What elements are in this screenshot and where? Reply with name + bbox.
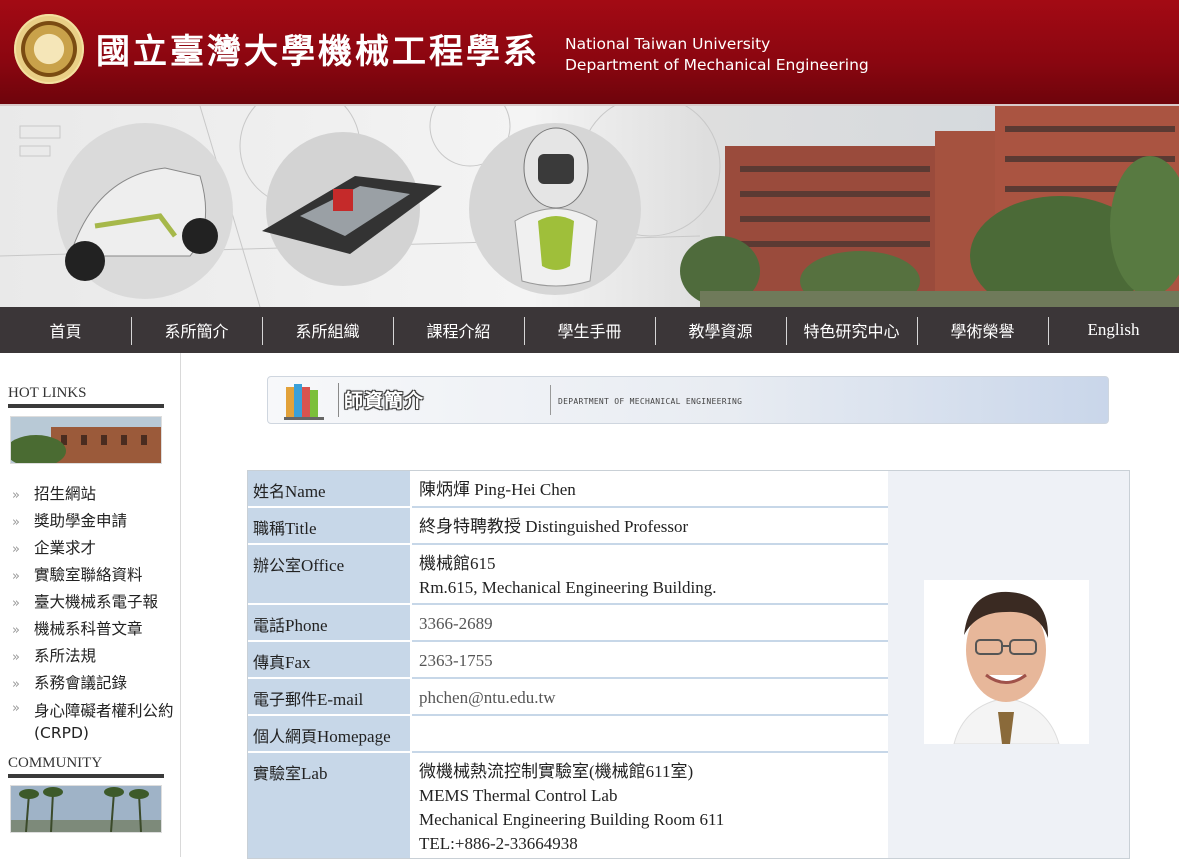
phone-value: 3366-2689 [412, 605, 888, 642]
table-row-name: 姓名Name 陳炳煇 Ping-Hei Chen [248, 471, 888, 508]
link-scholarships[interactable]: 獎助學金申請 [10, 508, 175, 536]
name-label: 姓名Name [248, 471, 412, 508]
link-science-articles[interactable]: 機械系科普文章 [10, 616, 175, 644]
hot-links-list: 招生網站 獎助學金申請 企業求才 實驗室聯絡資料 臺大機械系電子報 機械系科普文… [10, 481, 175, 744]
hot-links-image[interactable] [6, 416, 162, 467]
title-label: 職稱Title [248, 508, 412, 545]
link-admissions[interactable]: 招生網站 [10, 481, 175, 509]
books-icon [284, 384, 324, 420]
table-row-fax: 傳真Fax 2363-1755 [248, 642, 888, 679]
office-value: 機械館615 Rm.615, Mechanical Engineering Bu… [412, 545, 888, 605]
lab-line-2: MEMS Thermal Control Lab [419, 786, 618, 805]
title-en-line1: National Taiwan University [565, 35, 771, 53]
link-recruitment[interactable]: 企業求才 [10, 535, 175, 563]
lab-label: 實驗室Lab [248, 753, 412, 858]
lab-line-3: Mechanical Engineering Building Room 611 [419, 810, 725, 829]
office-label: 辦公室Office [248, 545, 412, 605]
university-seal-logo[interactable] [14, 14, 84, 84]
lab-line-1: 微機械熱流控制實驗室(機械館611室) [419, 762, 694, 781]
section-divider [338, 383, 339, 417]
title-en-line2: Department of Mechanical Engineering [565, 56, 869, 74]
section-divider-2 [550, 385, 551, 415]
office-line-2: Rm.615, Mechanical Engineering Building. [419, 578, 717, 597]
link-lab-contacts[interactable]: 實驗室聯絡資料 [10, 562, 175, 590]
main-navigation: 首頁 系所簡介 系所組織 課程介紹 學生手冊 教學資源 特色研究中心 學術榮譽 … [0, 307, 1179, 353]
table-row-homepage: 個人網頁Homepage [248, 716, 888, 753]
fax-label: 傳真Fax [248, 642, 412, 679]
homepage-value [412, 716, 888, 753]
community-heading: COMMUNITY [8, 755, 164, 778]
phone-label: 電話Phone [248, 605, 412, 642]
lab-line-4: TEL:+886-2-33664938 [419, 834, 578, 853]
nav-student-handbook[interactable]: 學生手冊 [524, 307, 655, 353]
hot-links-heading: HOT LINKS [8, 385, 164, 408]
nav-courses[interactable]: 課程介紹 [393, 307, 524, 353]
section-subtitle: DEPARTMENT OF MECHANICAL ENGINEERING [558, 397, 743, 406]
faculty-profile-table: 姓名Name 陳炳煇 Ping-Hei Chen 職稱Title 終身特聘教授 … [247, 470, 1130, 859]
site-title-english: National Taiwan University Department of… [565, 34, 869, 76]
email-label: 電子郵件E-mail [248, 679, 412, 716]
header-banner-image [0, 106, 1179, 307]
nav-teaching-resources[interactable]: 教學資源 [655, 307, 786, 353]
nav-academic-honors[interactable]: 學術榮譽 [917, 307, 1048, 353]
professor-photo [924, 580, 1089, 744]
link-crpd[interactable]: 身心障礙者權利公約(CRPD) [10, 697, 175, 744]
office-line-1: 機械館615 [419, 554, 496, 573]
table-row-title: 職稱Title 終身特聘教授 Distinguished Professor [248, 508, 888, 545]
fax-value: 2363-1755 [412, 642, 888, 679]
nav-home[interactable]: 首頁 [0, 307, 131, 353]
site-header: 國立臺灣大學機械工程學系 National Taiwan University … [0, 0, 1179, 106]
section-title: 師資簡介 [344, 390, 425, 412]
table-row-office: 辦公室Office 機械館615 Rm.615, Mechanical Engi… [248, 545, 888, 605]
table-row-phone: 電話Phone 3366-2689 [248, 605, 888, 642]
faculty-section-header: 師資簡介 DEPARTMENT OF MECHANICAL ENGINEERIN… [267, 376, 1109, 424]
community-image[interactable] [10, 785, 162, 833]
table-row-email: 電子郵件E-mail phchen@ntu.edu.tw [248, 679, 888, 716]
nav-about[interactable]: 系所簡介 [131, 307, 262, 353]
link-newsletter[interactable]: 臺大機械系電子報 [10, 589, 175, 617]
homepage-label: 個人網頁Homepage [248, 716, 412, 753]
email-link[interactable]: phchen@ntu.edu.tw [412, 679, 888, 716]
link-meeting-records[interactable]: 系務會議記錄 [10, 670, 175, 698]
site-title-chinese[interactable]: 國立臺灣大學機械工程學系 [96, 24, 540, 73]
nav-research-centers[interactable]: 特色研究中心 [786, 307, 917, 353]
nav-organization[interactable]: 系所組織 [262, 307, 393, 353]
lab-value: 微機械熱流控制實驗室(機械館611室) MEMS Thermal Control… [412, 753, 888, 858]
name-value: 陳炳煇 Ping-Hei Chen [412, 471, 888, 508]
link-regulations[interactable]: 系所法規 [10, 643, 175, 671]
nav-english[interactable]: English [1048, 307, 1179, 353]
table-row-lab: 實驗室Lab 微機械熱流控制實驗室(機械館611室) MEMS Thermal … [248, 753, 888, 858]
sidebar: HOT LINKS 招生網站 獎助學金申請 企業求才 實驗室聯絡資料 臺大機械系… [0, 353, 181, 857]
title-value: 終身特聘教授 Distinguished Professor [412, 508, 888, 545]
